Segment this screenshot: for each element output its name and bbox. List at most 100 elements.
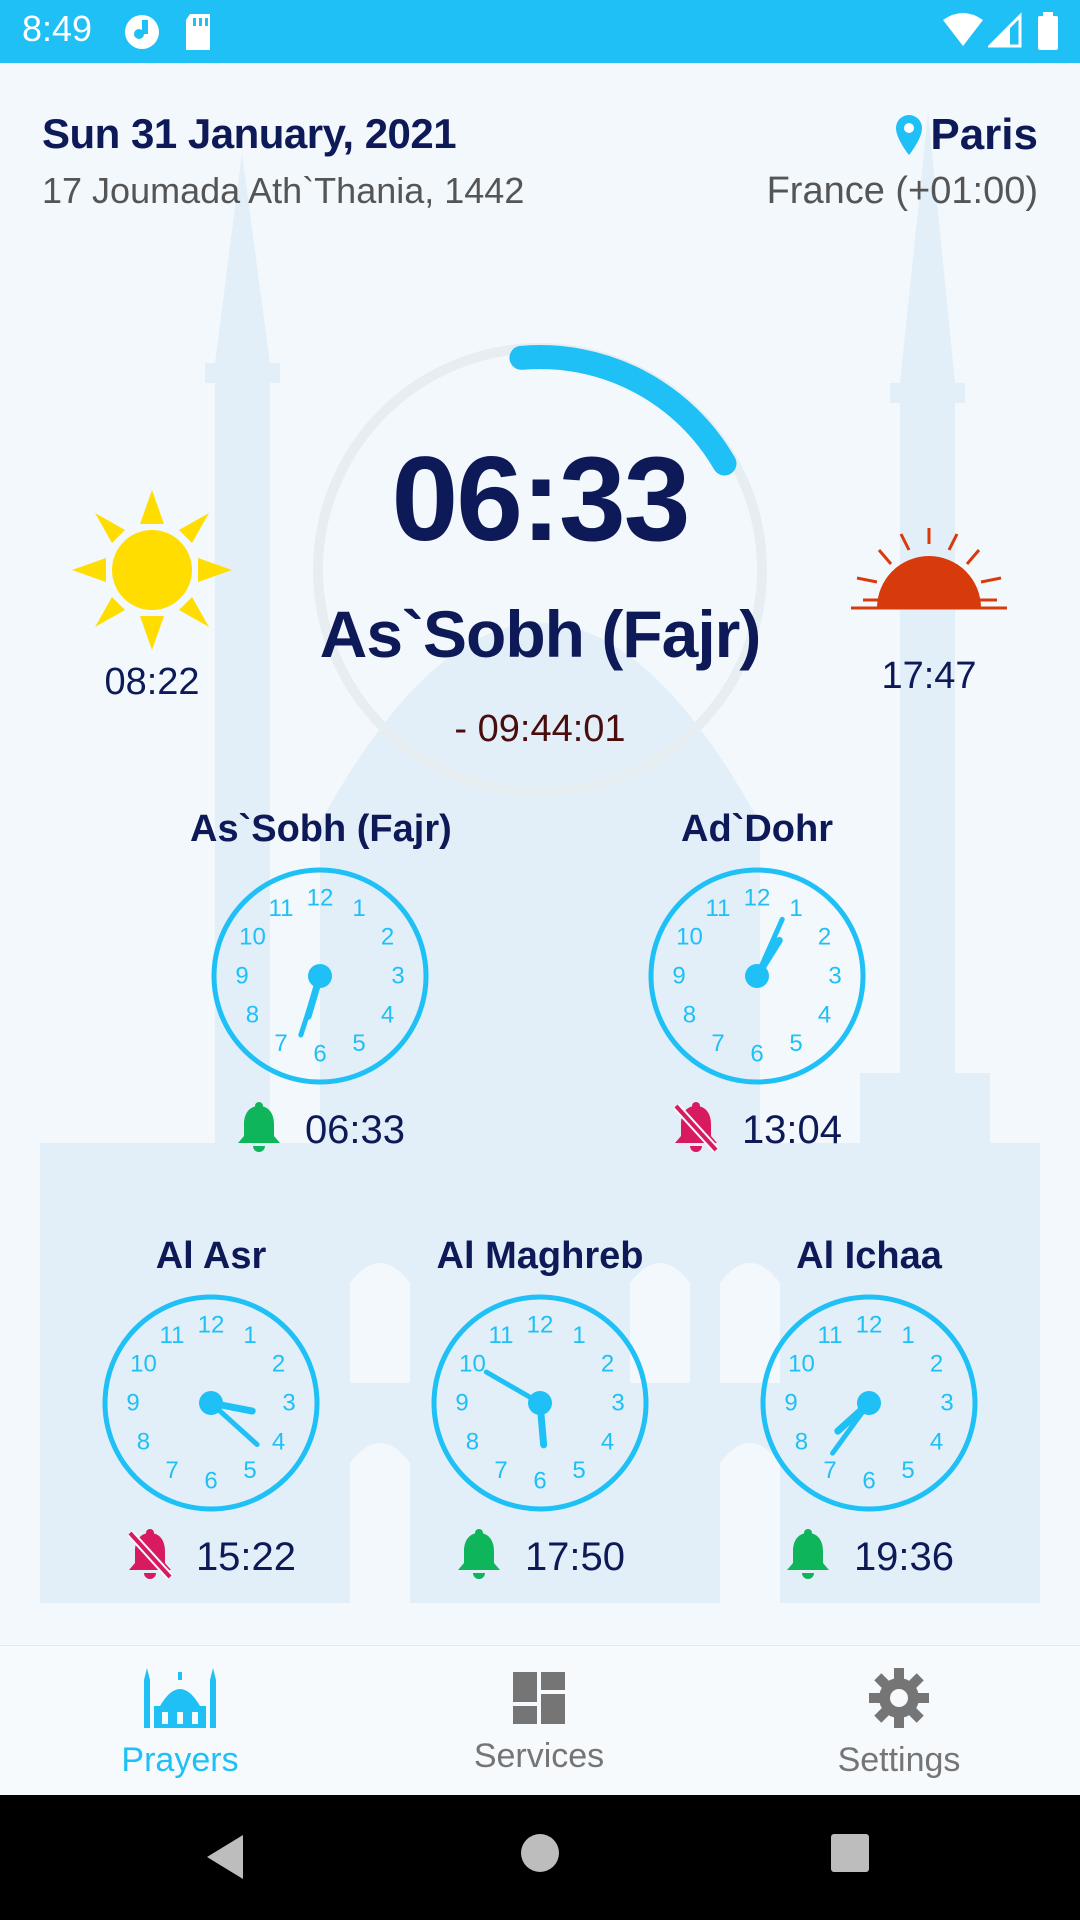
next-prayer-time: 06:33 <box>391 432 691 566</box>
clock-numeral: 1 <box>789 895 802 922</box>
clock-numeral: 2 <box>381 924 394 951</box>
clock-numeral: 8 <box>683 1002 696 1029</box>
wifi-icon <box>943 13 983 46</box>
home-icon[interactable] <box>520 1833 560 1873</box>
clock-numeral: 8 <box>246 1002 259 1029</box>
clock-numeral: 8 <box>466 1429 479 1456</box>
prayer-card-maghreb[interactable]: Al Maghreb 1 2 3 4 5 6 7 8 9 10 11 12 17:50 <box>410 1235 670 1586</box>
gregorian-date: Sun 31 January, 2021 <box>42 110 457 157</box>
clock-numeral: 12 <box>856 1312 883 1339</box>
clock-numeral: 9 <box>672 963 685 990</box>
clock-numeral: 10 <box>676 924 703 951</box>
analog-clock: 1234567891011 12 <box>431 1294 649 1512</box>
clock-numeral: 9 <box>455 1390 468 1417</box>
analog-clock: 1234567891011 12 <box>760 1294 978 1512</box>
nav-services[interactable]: Services <box>429 1666 649 1776</box>
alarm-bell-icon[interactable] <box>235 1102 283 1159</box>
clock-numeral: 9 <box>126 1390 139 1417</box>
alarm-bell-off-icon[interactable] <box>126 1529 174 1586</box>
clock-numeral: 6 <box>533 1468 546 1495</box>
clock-numeral: 4 <box>818 1002 831 1029</box>
clock-numeral: 7 <box>165 1457 178 1484</box>
nav-prayers[interactable]: Prayers <box>70 1666 290 1780</box>
system-navigation-bar <box>0 1795 1080 1920</box>
prayer-time: 06:33 <box>304 1108 406 1152</box>
clock-numeral: 4 <box>381 1002 394 1029</box>
clock-numeral: 5 <box>789 1030 802 1057</box>
clock-numeral: 7 <box>274 1030 287 1057</box>
prayer-name: As`Sobh (Fajr) <box>190 808 452 850</box>
prayer-name: Ad`Dohr <box>681 808 833 850</box>
analog-clock: 1234567891011 12 <box>211 867 429 1085</box>
status-time: 8:49 <box>22 8 93 49</box>
recents-icon[interactable] <box>830 1833 870 1873</box>
clock-numeral: 7 <box>711 1030 724 1057</box>
clock-center <box>745 964 769 988</box>
nav-settings[interactable]: Settings <box>789 1666 1009 1780</box>
clock-numeral: 2 <box>930 1351 943 1378</box>
city-row[interactable]: Paris <box>767 110 1038 160</box>
battery-icon <box>1038 12 1058 50</box>
signal-icon <box>988 12 1022 48</box>
clock-numeral: 5 <box>352 1030 365 1057</box>
clock-numeral: 10 <box>788 1351 815 1378</box>
sd-card-icon <box>186 14 210 50</box>
clock-numeral: 4 <box>601 1429 614 1456</box>
clock-numeral: 12 <box>744 885 771 912</box>
prayer-card-asr[interactable]: Al Asr 1 2 3 4 5 6 7 8 9 10 11 12 15:22 <box>81 1235 341 1586</box>
clock-numeral: 12 <box>307 885 334 912</box>
prayer-card-dohr[interactable]: Ad`Dohr 1 2 3 4 5 6 7 8 9 10 11 12 13:04 <box>627 808 887 1159</box>
prayer-card-ichaa[interactable]: Al Ichaa 1 2 3 4 5 6 7 8 9 10 11 12 19:36 <box>739 1235 999 1586</box>
nav-prayers-label: Prayers <box>121 1741 239 1779</box>
clock-numeral: 3 <box>391 963 404 990</box>
clock-numeral: 12 <box>527 1312 554 1339</box>
clock-numeral: 2 <box>272 1351 285 1378</box>
back-icon[interactable] <box>203 1833 247 1881</box>
clock-numeral: 8 <box>795 1429 808 1456</box>
prayer-card-fajr[interactable]: As`Sobh (Fajr) 1 2 3 4 5 6 7 8 9 10 11 12 06:33 <box>190 808 452 1159</box>
clock-numeral: 11 <box>160 1322 185 1349</box>
city-name: Paris <box>930 110 1038 159</box>
hijri-date: 17 Joumada Ath`Thania, 1442 <box>42 170 525 211</box>
status-bar: 8:49 <box>0 0 1080 63</box>
clock-numeral: 7 <box>494 1457 507 1484</box>
clock-numeral: 6 <box>313 1041 326 1068</box>
clock-numeral: 3 <box>940 1390 953 1417</box>
clock-center <box>528 1391 552 1415</box>
clock-numeral: 9 <box>235 963 248 990</box>
clock-numeral: 3 <box>828 963 841 990</box>
clock-numeral: 8 <box>137 1429 150 1456</box>
clock-numeral: 9 <box>784 1390 797 1417</box>
analog-clock: 1234567891011 12 <box>648 867 866 1085</box>
clock-numeral: 2 <box>601 1351 614 1378</box>
clock-numeral: 3 <box>282 1390 295 1417</box>
bottom-navigation: Prayers Services Settings <box>0 1645 1080 1796</box>
clock-numeral: 6 <box>862 1468 875 1495</box>
location-block[interactable]: Paris France (+01:00) <box>767 110 1038 213</box>
clock-numeral: 1 <box>572 1322 585 1349</box>
prayer-name: Al Ichaa <box>796 1235 942 1277</box>
alarm-bell-icon[interactable] <box>784 1529 832 1586</box>
clock-numeral: 4 <box>272 1429 285 1456</box>
clock-numeral: 5 <box>572 1457 585 1484</box>
prayer-time: 17:50 <box>524 1535 626 1579</box>
clock-numeral: 1 <box>352 895 365 922</box>
clock-numeral: 2 <box>818 924 831 951</box>
prayer-name: Al Maghreb <box>436 1235 644 1277</box>
clock-numeral: 6 <box>750 1041 763 1068</box>
clock-numeral: 12 <box>198 1312 225 1339</box>
prayer-time: 13:04 <box>741 1108 843 1152</box>
clock-numeral: 11 <box>706 895 731 922</box>
date-block: Sun 31 January, 2021 17 Joumada Ath`Than… <box>42 110 524 212</box>
clock-numeral: 3 <box>611 1390 624 1417</box>
nav-settings-label: Settings <box>837 1741 961 1779</box>
alarm-bell-icon[interactable] <box>455 1529 503 1586</box>
country-timezone: France (+01:00) <box>766 170 1038 212</box>
alarm-bell-off-icon[interactable] <box>672 1102 720 1159</box>
clock-numeral: 5 <box>901 1457 914 1484</box>
prayer-time: 15:22 <box>195 1535 297 1579</box>
analog-clock: 1234567891011 12 <box>102 1294 320 1512</box>
clock-center <box>857 1391 881 1415</box>
nav-services-label: Services <box>473 1737 605 1775</box>
clock-numeral: 10 <box>239 924 266 951</box>
